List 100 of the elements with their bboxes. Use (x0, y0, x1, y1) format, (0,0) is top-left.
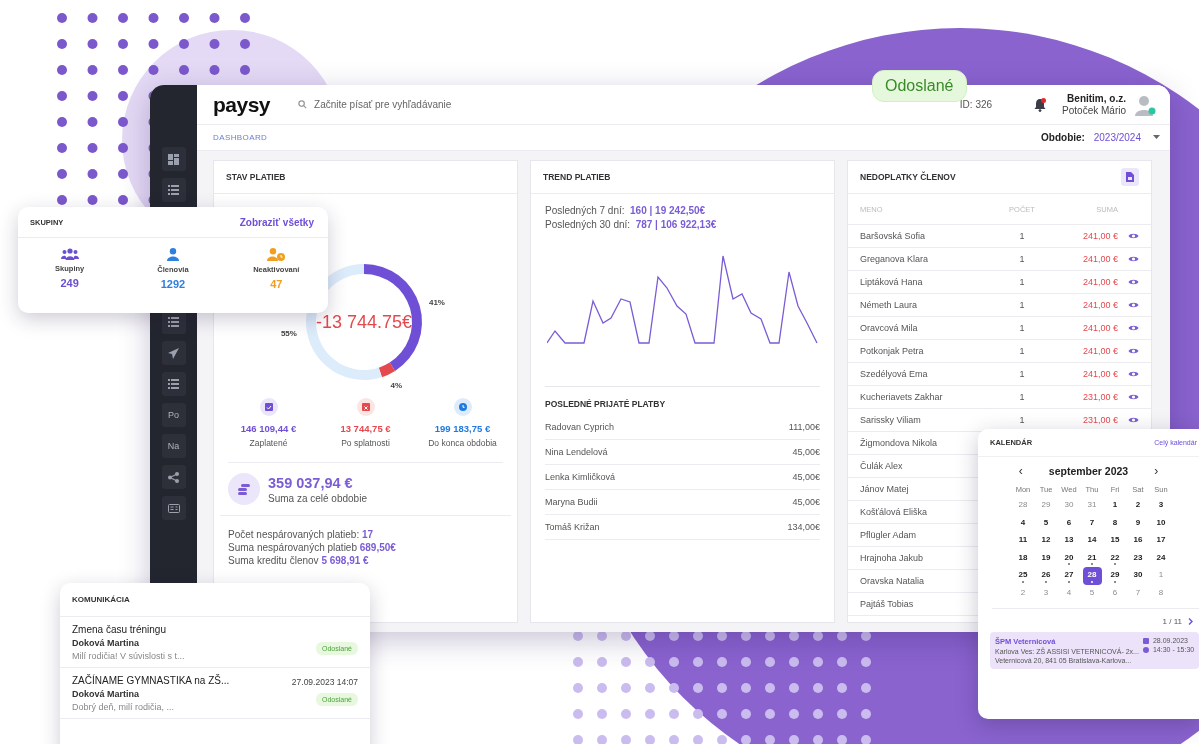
summary-line: Suma kreditu členov 5 698,91 € (228, 554, 370, 567)
calendar-day[interactable]: 8 (1103, 514, 1127, 532)
member-name: Pflügler Adam (860, 530, 917, 540)
message-title: Zmena času tréningu (72, 624, 167, 635)
calendar-day[interactable]: 6 (1057, 514, 1081, 532)
previous-month-button[interactable]: ‹ (1018, 464, 1023, 478)
caret-icon (1153, 135, 1160, 140)
stat-value: 249 (60, 277, 79, 289)
calendar-day[interactable]: 23 (1126, 549, 1150, 567)
month-title: september 2023 (1048, 465, 1129, 477)
card-title: NEDOPLATKY ČLENOV (860, 172, 956, 182)
calendar-day[interactable]: 27 (1057, 567, 1081, 585)
sidebar-icon[interactable] (161, 372, 186, 396)
calendar-day[interactable]: 17 (1149, 532, 1173, 550)
calendar-day[interactable]: 25 (1011, 567, 1035, 585)
eye-icon[interactable] (1128, 324, 1139, 332)
calendar-day[interactable]: 29 (1034, 497, 1058, 515)
calendar-day[interactable]: 4 (1011, 514, 1035, 532)
eye-icon[interactable] (1128, 255, 1139, 263)
payment-amount: 111,00€ (788, 422, 820, 432)
payer-name: Nina Lendelová (545, 447, 608, 457)
calendar-day[interactable]: 1 (1103, 497, 1127, 515)
amount-value: 146 109,44 € (240, 423, 297, 434)
eye-icon[interactable] (1128, 301, 1139, 309)
calendar-day[interactable]: 4 (1057, 584, 1081, 602)
member-name: Čulák Alex (860, 461, 903, 471)
export-button[interactable] (1121, 168, 1139, 186)
message-preview: Dobrý deň, milí rodičia, ... (72, 702, 176, 712)
chevron-right-icon[interactable] (1188, 618, 1193, 625)
calendar-day[interactable]: 18 (1011, 549, 1035, 567)
sidebar-icon[interactable] (161, 341, 186, 365)
calendar-day[interactable]: 2 (1126, 497, 1150, 515)
breadcrumb-link[interactable]: DASHBOARD (213, 133, 268, 142)
member-name: Baršovská Sofia (860, 231, 926, 241)
calendar-day[interactable]: 5 (1080, 584, 1104, 602)
count-cell-text: 1 (1018, 415, 1026, 425)
calendar-day[interactable]: 3 (1034, 584, 1058, 602)
calendar-day[interactable]: 20 (1057, 549, 1081, 567)
calendar-day[interactable]: 13 (1057, 532, 1081, 550)
organization-name: Benitim, o.z. (1067, 92, 1126, 105)
logo[interactable]: paysy (213, 92, 271, 117)
eye-icon[interactable] (1128, 393, 1139, 401)
calendar-day[interactable]: 14 (1080, 532, 1104, 550)
sidebar-icon[interactable] (161, 147, 186, 171)
count-cell-text: 1 (1018, 392, 1026, 402)
next-month-button[interactable]: › (1154, 464, 1159, 478)
sidebar-icon[interactable] (161, 465, 186, 489)
total-amount: 359 037,94 € (268, 474, 354, 491)
member-name: Hrajnoha Jakub (860, 553, 924, 563)
eye-icon[interactable] (1128, 232, 1139, 240)
calendar-day[interactable]: 3 (1149, 497, 1173, 515)
calendar-day[interactable]: 28 (1011, 497, 1035, 515)
payment-amount: 45,00€ (792, 472, 820, 482)
payment-amount: 45,00€ (792, 447, 820, 457)
calendar-day[interactable]: 26 (1034, 567, 1058, 585)
calendar-icon (1142, 637, 1149, 644)
period-dropdown[interactable]: Obdobie: 2023/2024 (1041, 132, 1160, 143)
calendar-day[interactable]: 9 (1126, 514, 1150, 532)
sidebar-icon[interactable] (161, 178, 186, 202)
count-cell-text: 1 (1018, 369, 1026, 379)
percent-label: 41% (428, 298, 445, 308)
calendar-day[interactable]: 1 (1149, 567, 1173, 585)
clock-icon (1142, 646, 1149, 653)
sidebar-icon[interactable] (161, 496, 186, 520)
calendar-day[interactable]: 30 (1126, 567, 1150, 585)
bell-icon[interactable] (1034, 97, 1047, 112)
total-label: Suma za celé obdobie (268, 492, 367, 504)
calendar-day[interactable]: 16 (1126, 532, 1150, 550)
calendar-day[interactable]: 11 (1011, 532, 1035, 550)
eye-icon[interactable] (1128, 347, 1139, 355)
member-name: Greganova Klara (860, 254, 929, 264)
calendar-day[interactable]: 30 (1057, 497, 1081, 515)
eye-icon[interactable] (1128, 370, 1139, 378)
sidebar-item[interactable]: Na (161, 434, 186, 458)
calendar-day[interactable]: 10 (1149, 514, 1173, 532)
calendar-day[interactable]: 21 (1080, 549, 1104, 567)
calendar-day[interactable]: 6 (1103, 584, 1127, 602)
calendar-day[interactable]: 8 (1149, 584, 1173, 602)
status-icon (259, 398, 278, 416)
eye-icon[interactable] (1128, 416, 1139, 424)
amount-cell-text: 241,00 € (1081, 254, 1118, 264)
calendar-day[interactable]: 22 (1103, 549, 1127, 567)
sidebar-item[interactable]: Po (161, 403, 186, 427)
calendar-day[interactable]: 12 (1034, 532, 1058, 550)
calendar-day[interactable]: 24 (1149, 549, 1173, 567)
calendar-day[interactable]: 28 (1082, 567, 1102, 585)
calendar-day[interactable]: 31 (1080, 497, 1104, 515)
member-name: Oravska Natalia (860, 576, 925, 586)
calendar-day[interactable]: 19 (1034, 549, 1058, 567)
trend-line: Posledných 30 dní: 787 | 106 922,13€ (545, 218, 718, 232)
calendar-day[interactable]: 7 (1080, 514, 1104, 532)
calendar-day[interactable]: 7 (1126, 584, 1150, 602)
calendar-day[interactable]: 2 (1011, 584, 1035, 602)
calendar-day[interactable]: 29 (1103, 567, 1127, 585)
card-title: KOMUNIKÁCIA (72, 595, 130, 604)
eye-icon[interactable] (1128, 278, 1139, 286)
payer-name: Maryna Budii (545, 497, 598, 507)
calendar-day[interactable]: 15 (1103, 532, 1127, 550)
show-all-link[interactable]: Zobraziť všetky (239, 216, 314, 228)
calendar-day[interactable]: 5 (1034, 514, 1058, 532)
